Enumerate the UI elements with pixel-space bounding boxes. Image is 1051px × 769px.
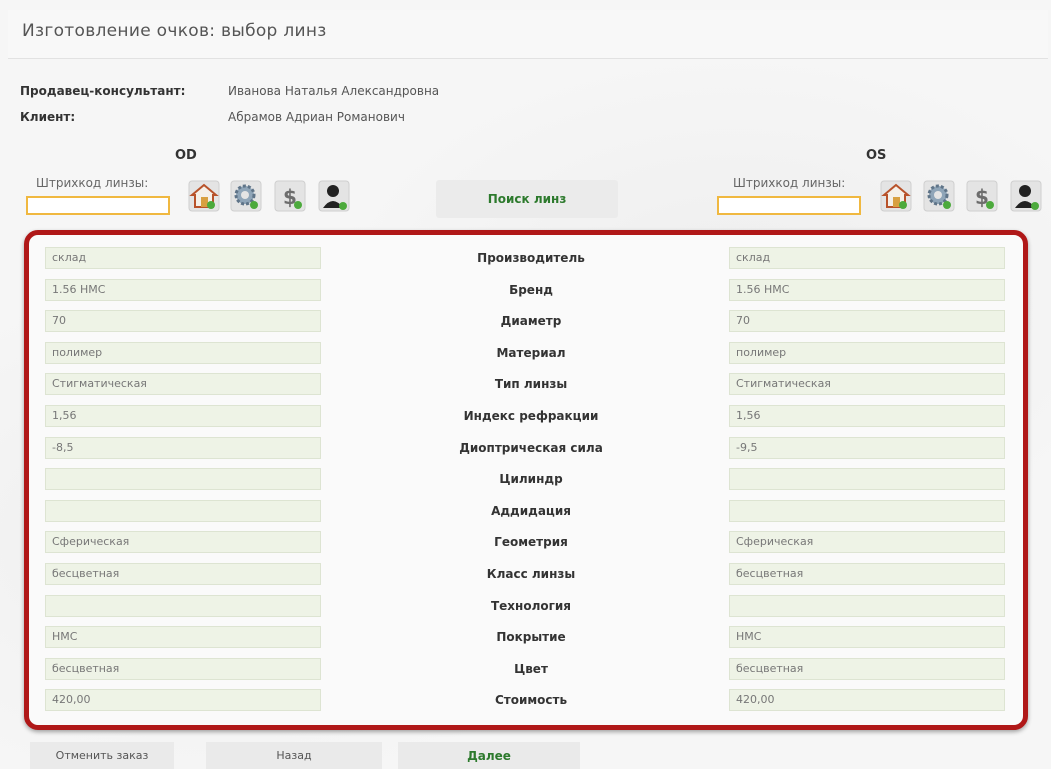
field-row: Стигматическая Тип линзы Стигматическая xyxy=(29,373,1023,397)
field-row: бесцветная Цвет бесцветная xyxy=(29,657,1023,682)
od-field[interactable]: бесцветная xyxy=(45,657,321,680)
os-field[interactable]: склад xyxy=(729,247,1005,269)
field-label: Диаметр xyxy=(500,314,562,329)
field-label: Материал xyxy=(496,345,566,360)
field-row: 1.56 HMC Бренд 1.56 HMC xyxy=(29,278,1023,303)
field-row: -8,5 Диоптрическая сила -9,5 xyxy=(29,436,1023,461)
os-field[interactable]: Стигматическая xyxy=(729,373,1005,396)
field-label: Стоимость xyxy=(494,693,568,708)
field-row: 70 Диаметр 70 xyxy=(29,310,1023,334)
os-field[interactable]: бесцветная xyxy=(729,563,1005,585)
od-price-dollar-icon[interactable]: $ xyxy=(274,180,306,212)
seller-row: Продавец-консультант: Иванова Наталья Ал… xyxy=(20,84,439,98)
od-field[interactable]: Стигматическая xyxy=(45,373,321,396)
os-settings-gear-icon[interactable] xyxy=(923,180,955,212)
od-field[interactable]: 1,56 xyxy=(45,405,321,427)
seller-label: Продавец-консультант: xyxy=(20,84,186,98)
od-field[interactable]: -8,5 xyxy=(45,436,321,459)
os-field[interactable]: -9,5 xyxy=(729,436,1005,459)
os-barcode-input[interactable] xyxy=(717,196,861,215)
field-label: Класс линзы xyxy=(486,567,576,581)
os-field[interactable]: 1,56 xyxy=(729,405,1005,427)
field-row: Технология xyxy=(29,594,1023,619)
client-label: Клиент: xyxy=(20,110,76,124)
os-field[interactable] xyxy=(729,468,1005,491)
field-label: Геометрия xyxy=(494,535,568,550)
od-field[interactable]: 420,00 xyxy=(45,689,321,712)
field-row: Аддидация xyxy=(29,499,1023,524)
od-field[interactable] xyxy=(45,468,321,491)
field-row: склад Производитель склад xyxy=(29,247,1023,271)
field-label: Бренд xyxy=(509,282,553,297)
field-row: 420,00 Стоимость 420,00 xyxy=(29,689,1023,713)
field-label: Диоптрическая сила xyxy=(459,440,603,455)
field-row: 1,56 Индекс рефракции 1,56 xyxy=(29,405,1023,429)
field-label: Технология xyxy=(490,598,571,613)
od-field[interactable]: 1.56 HMC xyxy=(45,278,321,301)
next-button[interactable]: Далее xyxy=(398,742,580,769)
field-label: Покрытие xyxy=(496,630,566,645)
od-user-icon[interactable] xyxy=(318,180,350,212)
cancel-order-button[interactable]: Отменить заказ xyxy=(30,742,174,769)
od-settings-gear-icon[interactable] xyxy=(230,180,262,212)
od-field[interactable]: HMC xyxy=(45,626,321,649)
field-label: Производитель xyxy=(477,251,585,265)
os-user-icon[interactable] xyxy=(1010,180,1042,212)
os-field[interactable]: 1.56 HMC xyxy=(729,278,1005,301)
os-barcode-label: Штрихкод линзы: xyxy=(733,176,846,190)
od-field[interactable]: 70 xyxy=(45,310,321,333)
page-title: Изготовление очков: выбор линз xyxy=(22,21,327,41)
title-bar: Изготовление очков: выбор линз xyxy=(8,10,1048,59)
os-label: OS xyxy=(866,148,887,163)
page: Изготовление очков: выбор линз Продавец-… xyxy=(0,0,1051,769)
os-field[interactable]: 70 xyxy=(729,310,1005,333)
client-row: Клиент: Абрамов Адриан Романович xyxy=(20,110,405,124)
od-field[interactable] xyxy=(45,499,321,522)
os-warehouse-icon[interactable] xyxy=(880,180,912,212)
od-field[interactable] xyxy=(45,594,321,617)
od-field[interactable]: бесцветная xyxy=(45,563,321,585)
os-field[interactable]: бесцветная xyxy=(729,657,1005,680)
field-row: HMC Покрытие HMC xyxy=(29,626,1023,650)
od-field[interactable]: склад xyxy=(45,247,321,269)
os-field[interactable]: HMC xyxy=(729,626,1005,649)
back-button[interactable]: Назад xyxy=(206,742,382,769)
field-label: Индекс рефракции xyxy=(463,409,599,423)
field-label: Цвет xyxy=(514,661,548,676)
field-label: Цилиндр xyxy=(499,472,563,487)
od-label: OD xyxy=(175,148,197,163)
os-field[interactable]: Сферическая xyxy=(729,531,1005,554)
od-field[interactable]: Сферическая xyxy=(45,531,321,554)
field-row: Цилиндр xyxy=(29,468,1023,492)
os-field[interactable]: 420,00 xyxy=(729,689,1005,712)
search-lenses-button[interactable]: Поиск линз xyxy=(436,180,618,218)
lens-parameters-panel: склад Производитель склад 1.56 HMC Бренд 1.56… xyxy=(24,230,1028,730)
od-warehouse-icon[interactable] xyxy=(188,180,220,212)
os-field[interactable]: полимер xyxy=(729,341,1005,364)
seller-value: Иванова Наталья Александровна xyxy=(228,84,440,98)
field-label: Тип линзы xyxy=(494,377,568,392)
od-field[interactable]: полимер xyxy=(45,341,321,364)
field-row: полимер Материал полимер xyxy=(29,341,1023,366)
client-value: Абрамов Адриан Романович xyxy=(228,110,405,124)
os-field[interactable] xyxy=(729,499,1005,522)
field-row: бесцветная Класс линзы бесцветная xyxy=(29,563,1023,587)
od-barcode-label: Штрихкод линзы: xyxy=(36,176,149,190)
od-barcode-input[interactable] xyxy=(26,196,170,215)
field-row: Сферическая Геометрия Сферическая xyxy=(29,531,1023,555)
os-price-dollar-icon[interactable]: $ xyxy=(966,180,998,212)
os-field[interactable] xyxy=(729,594,1005,617)
field-label: Аддидация xyxy=(491,503,571,518)
